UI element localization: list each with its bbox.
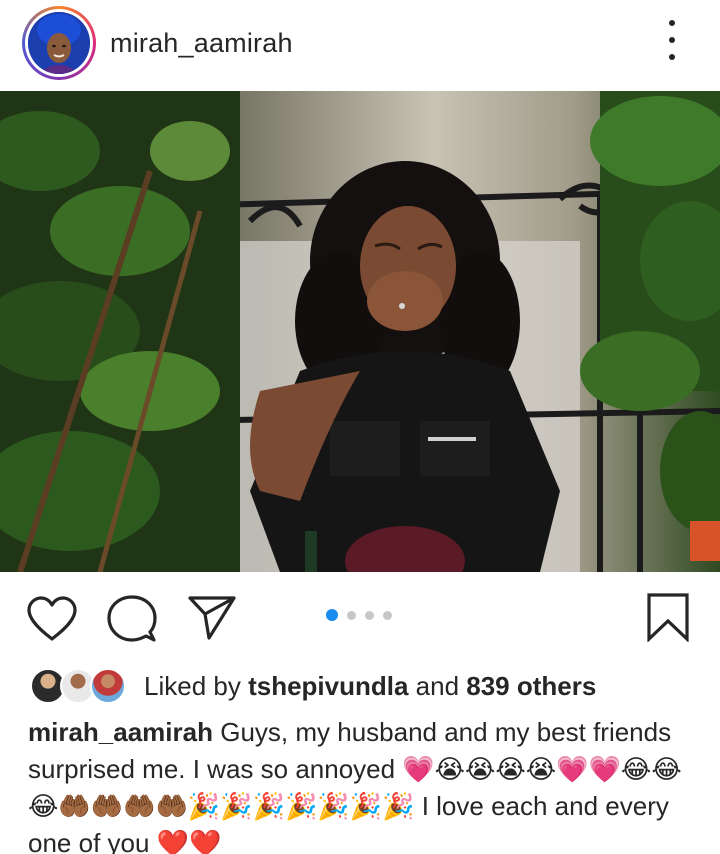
- avatar-border: [25, 9, 93, 77]
- post-image: [0, 91, 720, 572]
- post-caption: mirah_aamirah Guys, my husband and my be…: [28, 714, 696, 854]
- heart-icon[interactable]: [26, 596, 78, 647]
- profile-avatar[interactable]: [28, 12, 90, 74]
- action-bar: [0, 572, 720, 660]
- carousel-dot: [365, 610, 374, 620]
- avatar-image: [28, 12, 90, 74]
- more-dot: [669, 54, 675, 60]
- likes-prefix: Liked by: [144, 670, 249, 701]
- likes-others[interactable]: 839 others: [466, 671, 596, 701]
- comment-icon[interactable]: [107, 595, 157, 648]
- more-vertical-icon[interactable]: [662, 20, 682, 60]
- story-ring[interactable]: [22, 6, 96, 80]
- post-header: mirah_aamirah: [0, 0, 720, 86]
- liker-avatars[interactable]: [30, 666, 130, 706]
- carousel-dot: [347, 610, 356, 620]
- carousel-dot-active: [326, 609, 338, 621]
- carousel-indicator: [326, 609, 392, 621]
- more-dot: [669, 37, 675, 43]
- caption-username[interactable]: mirah_aamirah: [28, 717, 213, 747]
- likes-summary[interactable]: Liked by tshepivundla and 839 others: [144, 671, 596, 702]
- likes-connector: and: [408, 670, 467, 701]
- likes-row: Liked by tshepivundla and 839 others: [30, 665, 596, 707]
- bookmark-icon[interactable]: [646, 592, 690, 647]
- more-dot: [669, 20, 675, 26]
- post-username[interactable]: mirah_aamirah: [110, 28, 293, 59]
- post-photo[interactable]: [0, 91, 720, 572]
- liked-by-user[interactable]: tshepivundla: [248, 671, 408, 701]
- carousel-dot: [383, 610, 392, 620]
- liker-avatar: [90, 668, 126, 704]
- paper-plane-icon[interactable]: [187, 594, 237, 645]
